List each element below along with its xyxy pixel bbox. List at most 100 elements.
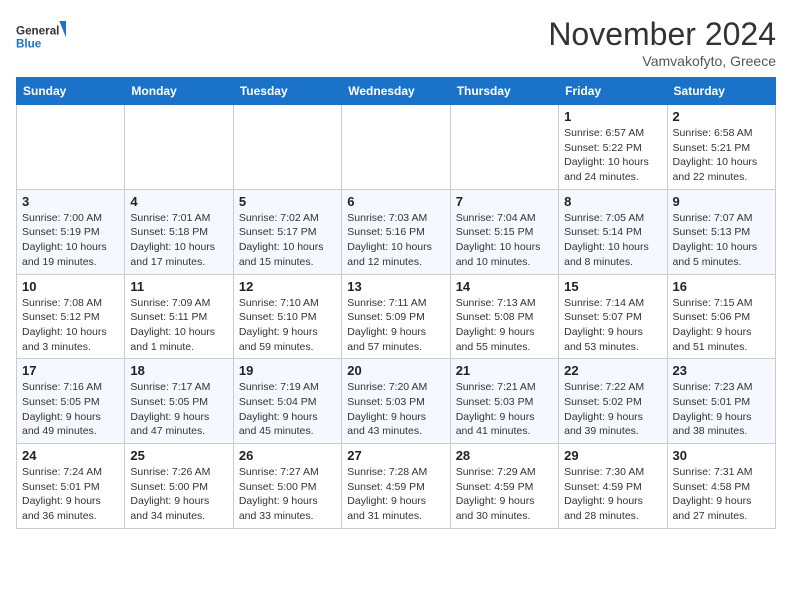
svg-text:Blue: Blue bbox=[16, 38, 42, 51]
svg-text:General: General bbox=[16, 24, 59, 37]
col-header-tuesday: Tuesday bbox=[233, 78, 341, 105]
calendar-cell: 22 Sunrise: 7:22 AMSunset: 5:02 PMDayligh… bbox=[559, 359, 667, 444]
col-header-thursday: Thursday bbox=[450, 78, 558, 105]
calendar-header-row: SundayMondayTuesdayWednesdayThursdayFrid… bbox=[17, 78, 776, 105]
day-info: Sunrise: 7:14 AMSunset: 5:07 PMDaylight:… bbox=[564, 296, 661, 355]
day-number: 30 bbox=[673, 448, 770, 463]
calendar-cell: 6 Sunrise: 7:03 AMSunset: 5:16 PMDaylight… bbox=[342, 189, 450, 274]
day-info: Sunrise: 7:16 AMSunset: 5:05 PMDaylight:… bbox=[22, 380, 119, 439]
day-info: Sunrise: 7:09 AMSunset: 5:11 PMDaylight:… bbox=[130, 296, 227, 355]
day-number: 5 bbox=[239, 194, 336, 209]
day-info: Sunrise: 7:24 AMSunset: 5:01 PMDaylight:… bbox=[22, 465, 119, 524]
calendar-cell: 12Sunrise: 7:10 AMSunset: 5:10 PMDayligh… bbox=[233, 274, 341, 359]
day-info: Sunrise: 7:28 AMSunset: 4:59 PMDaylight:… bbox=[347, 465, 444, 524]
day-info: Sunrise: 7:03 AMSunset: 5:16 PMDaylight:… bbox=[347, 211, 444, 270]
calendar-cell: 24 Sunrise: 7:24 AMSunset: 5:01 PMDayligh… bbox=[17, 444, 125, 529]
logo: General Blue bbox=[16, 16, 66, 56]
day-info: Sunrise: 6:58 AMSunset: 5:21 PMDaylight:… bbox=[673, 126, 770, 185]
day-number: 26 bbox=[239, 448, 336, 463]
calendar-cell: 20 Sunrise: 7:20 AMSunset: 5:03 PMDayligh… bbox=[342, 359, 450, 444]
day-info: Sunrise: 7:07 AMSunset: 5:13 PMDaylight:… bbox=[673, 211, 770, 270]
calendar-cell: 19 Sunrise: 7:19 AMSunset: 5:04 PMDayligh… bbox=[233, 359, 341, 444]
day-info: Sunrise: 7:00 AMSunset: 5:19 PMDaylight:… bbox=[22, 211, 119, 270]
calendar-week-row: 10 Sunrise: 7:08 AMSunset: 5:12 PMDayligh… bbox=[17, 274, 776, 359]
day-info: Sunrise: 7:27 AMSunset: 5:00 PMDaylight:… bbox=[239, 465, 336, 524]
calendar-cell: 9 Sunrise: 7:07 AMSunset: 5:13 PMDaylight… bbox=[667, 189, 775, 274]
day-info: Sunrise: 7:05 AMSunset: 5:14 PMDaylight:… bbox=[564, 211, 661, 270]
day-number: 15 bbox=[564, 279, 661, 294]
page-header: General Blue November 2024 Vamvakofyto, … bbox=[16, 16, 776, 69]
day-number: 14 bbox=[456, 279, 553, 294]
col-header-saturday: Saturday bbox=[667, 78, 775, 105]
calendar-cell: 13 Sunrise: 7:11 AMSunset: 5:09 PMDayligh… bbox=[342, 274, 450, 359]
day-number: 4 bbox=[130, 194, 227, 209]
calendar-cell: 15 Sunrise: 7:14 AMSunset: 5:07 PMDayligh… bbox=[559, 274, 667, 359]
day-number: 16 bbox=[673, 279, 770, 294]
day-info: Sunrise: 7:11 AMSunset: 5:09 PMDaylight:… bbox=[347, 296, 444, 355]
day-number: 20 bbox=[347, 363, 444, 378]
calendar-cell: 17Sunrise: 7:16 AMSunset: 5:05 PMDayligh… bbox=[17, 359, 125, 444]
day-info: Sunrise: 7:26 AMSunset: 5:00 PMDaylight:… bbox=[130, 465, 227, 524]
day-info: Sunrise: 7:02 AMSunset: 5:17 PMDaylight:… bbox=[239, 211, 336, 270]
calendar-cell: 2 Sunrise: 6:58 AMSunset: 5:21 PMDaylight… bbox=[667, 105, 775, 190]
day-number: 27 bbox=[347, 448, 444, 463]
calendar-cell: 18Sunrise: 7:17 AMSunset: 5:05 PMDayligh… bbox=[125, 359, 233, 444]
calendar-cell: 3 Sunrise: 7:00 AMSunset: 5:19 PMDaylight… bbox=[17, 189, 125, 274]
day-info: Sunrise: 7:29 AMSunset: 4:59 PMDaylight:… bbox=[456, 465, 553, 524]
title-block: November 2024 Vamvakofyto, Greece bbox=[548, 16, 776, 69]
calendar-cell: 7 Sunrise: 7:04 AMSunset: 5:15 PMDaylight… bbox=[450, 189, 558, 274]
day-number: 24 bbox=[22, 448, 119, 463]
day-info: Sunrise: 7:04 AMSunset: 5:15 PMDaylight:… bbox=[456, 211, 553, 270]
calendar-cell bbox=[342, 105, 450, 190]
day-number: 11 bbox=[130, 279, 227, 294]
day-number: 22 bbox=[564, 363, 661, 378]
day-info: Sunrise: 7:19 AMSunset: 5:04 PMDaylight:… bbox=[239, 380, 336, 439]
day-number: 13 bbox=[347, 279, 444, 294]
calendar-cell: 23 Sunrise: 7:23 AMSunset: 5:01 PMDayligh… bbox=[667, 359, 775, 444]
location-subtitle: Vamvakofyto, Greece bbox=[548, 53, 776, 69]
day-number: 7 bbox=[456, 194, 553, 209]
calendar-cell: 30 Sunrise: 7:31 AMSunset: 4:58 PMDayligh… bbox=[667, 444, 775, 529]
calendar-cell bbox=[125, 105, 233, 190]
calendar-cell: 1 Sunrise: 6:57 AMSunset: 5:22 PMDaylight… bbox=[559, 105, 667, 190]
month-title: November 2024 bbox=[548, 16, 776, 53]
calendar-cell: 14Sunrise: 7:13 AMSunset: 5:08 PMDayligh… bbox=[450, 274, 558, 359]
day-number: 19 bbox=[239, 363, 336, 378]
day-number: 28 bbox=[456, 448, 553, 463]
day-info: Sunrise: 7:08 AMSunset: 5:12 PMDaylight:… bbox=[22, 296, 119, 355]
calendar-cell bbox=[17, 105, 125, 190]
day-number: 9 bbox=[673, 194, 770, 209]
col-header-wednesday: Wednesday bbox=[342, 78, 450, 105]
col-header-friday: Friday bbox=[559, 78, 667, 105]
calendar-cell: 11 Sunrise: 7:09 AMSunset: 5:11 PMDayligh… bbox=[125, 274, 233, 359]
day-number: 18 bbox=[130, 363, 227, 378]
calendar-cell: 26 Sunrise: 7:27 AMSunset: 5:00 PMDayligh… bbox=[233, 444, 341, 529]
calendar-cell: 21 Sunrise: 7:21 AMSunset: 5:03 PMDayligh… bbox=[450, 359, 558, 444]
day-number: 23 bbox=[673, 363, 770, 378]
day-number: 2 bbox=[673, 109, 770, 124]
day-number: 10 bbox=[22, 279, 119, 294]
calendar-cell: 27 Sunrise: 7:28 AMSunset: 4:59 PMDayligh… bbox=[342, 444, 450, 529]
calendar-cell: 5 Sunrise: 7:02 AMSunset: 5:17 PMDaylight… bbox=[233, 189, 341, 274]
day-info: Sunrise: 7:23 AMSunset: 5:01 PMDaylight:… bbox=[673, 380, 770, 439]
day-number: 3 bbox=[22, 194, 119, 209]
calendar-cell: 8Sunrise: 7:05 AMSunset: 5:14 PMDaylight… bbox=[559, 189, 667, 274]
day-info: Sunrise: 7:31 AMSunset: 4:58 PMDaylight:… bbox=[673, 465, 770, 524]
day-info: Sunrise: 7:15 AMSunset: 5:06 PMDaylight:… bbox=[673, 296, 770, 355]
calendar-cell bbox=[233, 105, 341, 190]
day-info: Sunrise: 7:20 AMSunset: 5:03 PMDaylight:… bbox=[347, 380, 444, 439]
col-header-monday: Monday bbox=[125, 78, 233, 105]
day-info: Sunrise: 7:22 AMSunset: 5:02 PMDaylight:… bbox=[564, 380, 661, 439]
day-info: Sunrise: 6:57 AMSunset: 5:22 PMDaylight:… bbox=[564, 126, 661, 185]
calendar-cell: 10 Sunrise: 7:08 AMSunset: 5:12 PMDayligh… bbox=[17, 274, 125, 359]
day-number: 6 bbox=[347, 194, 444, 209]
day-info: Sunrise: 7:30 AMSunset: 4:59 PMDaylight:… bbox=[564, 465, 661, 524]
day-number: 1 bbox=[564, 109, 661, 124]
day-info: Sunrise: 7:10 AMSunset: 5:10 PMDaylight:… bbox=[239, 296, 336, 355]
day-info: Sunrise: 7:21 AMSunset: 5:03 PMDaylight:… bbox=[456, 380, 553, 439]
day-number: 29 bbox=[564, 448, 661, 463]
calendar-week-row: 24 Sunrise: 7:24 AMSunset: 5:01 PMDayligh… bbox=[17, 444, 776, 529]
calendar-week-row: 1 Sunrise: 6:57 AMSunset: 5:22 PMDaylight… bbox=[17, 105, 776, 190]
col-header-sunday: Sunday bbox=[17, 78, 125, 105]
day-number: 21 bbox=[456, 363, 553, 378]
